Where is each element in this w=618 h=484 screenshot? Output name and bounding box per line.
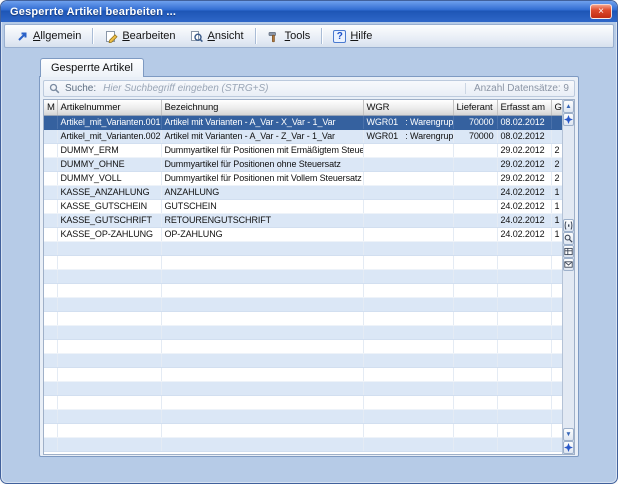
table-row-empty[interactable] — [44, 437, 562, 451]
table-row[interactable]: Artikel_mit_Varianten.001Artikel mit Var… — [44, 115, 562, 129]
tab-gesperrte-artikel[interactable]: Gesperrte Artikel — [40, 58, 144, 77]
toolbar-button-label: Allgemein — [33, 30, 81, 42]
magnifier-document-icon — [190, 30, 204, 43]
table-row-empty[interactable] — [44, 395, 562, 409]
hammer-icon — [267, 30, 281, 43]
header-row: M Artikelnummer Bezeichnung WGR Lieferan… — [44, 100, 562, 115]
window-title: Gesperrte Artikel bearbeiten ... — [10, 6, 590, 18]
close-button[interactable]: × — [590, 4, 612, 19]
toolbar-button-label: Hilfe — [350, 30, 372, 42]
arrow-up-icon: ▲ — [565, 103, 571, 110]
table-row-empty[interactable] — [44, 367, 562, 381]
scrollbar-track[interactable] — [563, 126, 574, 219]
grid-area: M Artikelnummer Bezeichnung WGR Lieferan… — [43, 99, 575, 455]
star-icon — [564, 115, 573, 124]
table-row-empty[interactable] — [44, 241, 562, 255]
table-row-empty[interactable] — [44, 297, 562, 311]
toolbar-button-allgemein[interactable]: Allgemein — [9, 27, 87, 46]
scroll-down-button[interactable]: ▼ — [563, 428, 574, 441]
pencil-icon — [104, 30, 118, 43]
table-row-empty[interactable] — [44, 409, 562, 423]
toolbar-button-label: Tools — [285, 30, 311, 42]
column-header-erfasst-am[interactable]: Erfasst am — [497, 100, 551, 115]
table-row[interactable]: DUMMY_OHNEDummyartikel für Positionen oh… — [44, 157, 562, 171]
toolbar-separator — [92, 28, 93, 44]
table-row-empty[interactable] — [44, 381, 562, 395]
column-header-lieferant[interactable]: Lieferant — [453, 100, 497, 115]
table-row-empty[interactable] — [44, 311, 562, 325]
toolbar-button-ansicht[interactable]: Ansicht — [184, 27, 250, 46]
envelope-icon — [564, 260, 573, 269]
search-row-button[interactable] — [563, 232, 574, 245]
toolbar-button-label: Ansicht — [208, 30, 244, 42]
table-row[interactable]: Artikel_mit_Varianten.002Artikel mit Var… — [44, 129, 562, 143]
table-row[interactable]: DUMMY_VOLLDummyartikel für Positionen mi… — [44, 171, 562, 185]
table-row[interactable]: KASSE_ANZAHLUNGANZAHLUNG24.02.20121 — [44, 185, 562, 199]
search-bar: Suche: Anzahl Datensätze: 9 — [43, 80, 575, 97]
tab-strip: Gesperrte Artikel — [39, 57, 579, 76]
search-icon — [49, 83, 60, 94]
titlebar[interactable]: Gesperrte Artikel bearbeiten ... × — [1, 1, 617, 22]
table-row-empty[interactable] — [44, 423, 562, 437]
scrollbar-track[interactable] — [563, 271, 574, 428]
table-row-empty[interactable] — [44, 255, 562, 269]
toolbar: Allgemein Bearbeiten Ansicht Tools ? Hil… — [4, 24, 614, 48]
record-count: Anzahl Datensätze: 9 — [465, 83, 569, 94]
column-header-wgr[interactable]: WGR — [363, 100, 453, 115]
table-row[interactable]: KASSE_OP-ZAHLUNGOP-ZAHLUNG24.02.20121 — [44, 227, 562, 241]
parentheses-icon — [564, 221, 573, 230]
column-header-artikelnummer[interactable]: Artikelnummer — [57, 100, 161, 115]
arrow-up-right-icon — [15, 30, 29, 43]
table-row-empty[interactable] — [44, 269, 562, 283]
grid-table: M Artikelnummer Bezeichnung WGR Lieferan… — [43, 99, 562, 455]
column-header-g[interactable]: G — [551, 100, 562, 115]
column-settings-button[interactable] — [563, 245, 574, 258]
grid-icon — [564, 247, 573, 256]
selection-button[interactable] — [563, 219, 574, 232]
table-row[interactable]: KASSE_GUTSCHRIFTRETOURENGUTSCHRIFT24.02.… — [44, 213, 562, 227]
window: Gesperrte Artikel bearbeiten ... × Allge… — [0, 0, 618, 484]
content-area: Gesperrte Artikel Suche: Anzahl Datensät… — [1, 48, 617, 457]
toolbar-button-bearbeiten[interactable]: Bearbeiten — [98, 27, 181, 46]
record-prev-button[interactable] — [563, 113, 574, 126]
toolbar-separator — [321, 28, 322, 44]
arrow-down-icon: ▼ — [565, 431, 571, 438]
search-label: Suche: — [65, 83, 96, 94]
table-row[interactable]: KASSE_GUTSCHEINGUTSCHEIN24.02.20121 — [44, 199, 562, 213]
toolbar-separator — [255, 28, 256, 44]
magnifier-icon — [564, 234, 573, 243]
table-row[interactable]: DUMMY_ERMDummyartikel für Positionen mit… — [44, 143, 562, 157]
toolbar-button-tools[interactable]: Tools — [261, 27, 317, 46]
scroll-up-button[interactable]: ▲ — [563, 100, 574, 113]
toolbar-button-hilfe[interactable]: ? Hilfe — [327, 27, 378, 46]
record-next-button[interactable] — [563, 441, 574, 454]
mail-button[interactable] — [563, 258, 574, 271]
grid-scrollbar: ▲ — [562, 99, 575, 455]
search-input[interactable] — [101, 82, 460, 95]
toolbar-button-label: Bearbeiten — [122, 30, 175, 42]
star-icon — [564, 443, 573, 452]
table-row-empty[interactable] — [44, 353, 562, 367]
tab-panel: Suche: Anzahl Datensätze: 9 M Artikelnum… — [39, 76, 579, 457]
column-header-bezeichnung[interactable]: Bezeichnung — [161, 100, 363, 115]
help-icon: ? — [333, 30, 346, 43]
column-header-marker[interactable]: M — [44, 100, 57, 115]
close-icon: × — [598, 7, 604, 17]
table-row-empty[interactable] — [44, 325, 562, 339]
table-row-empty[interactable] — [44, 339, 562, 353]
table-row-empty[interactable] — [44, 283, 562, 297]
